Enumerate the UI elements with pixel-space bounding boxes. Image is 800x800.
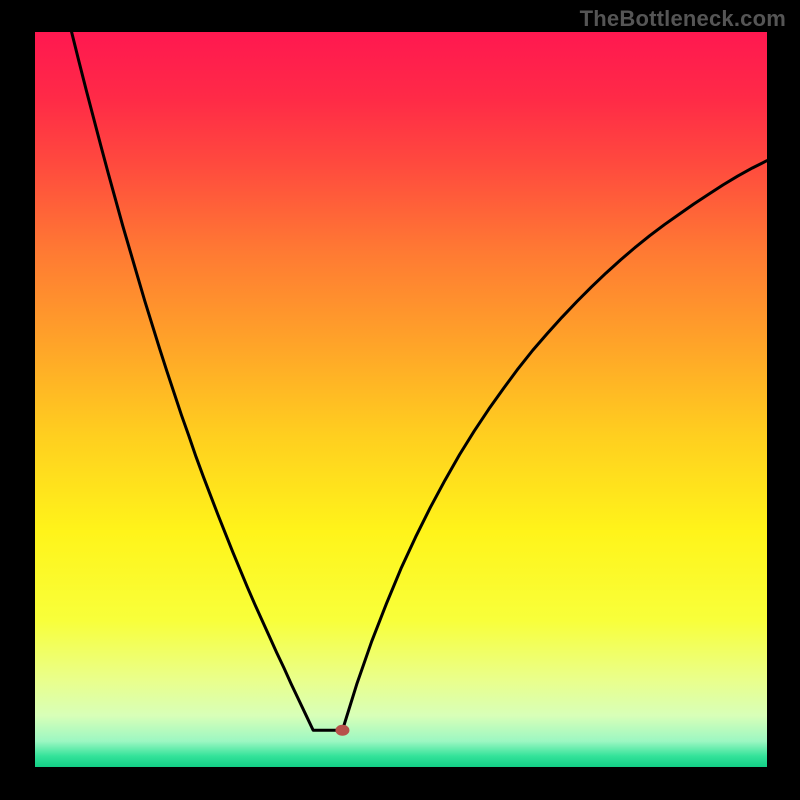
plot-background: [35, 32, 767, 767]
watermark-text: TheBottleneck.com: [580, 6, 786, 32]
bottleneck-chart: [0, 0, 800, 800]
marker-point: [335, 725, 349, 736]
chart-frame: TheBottleneck.com: [0, 0, 800, 800]
